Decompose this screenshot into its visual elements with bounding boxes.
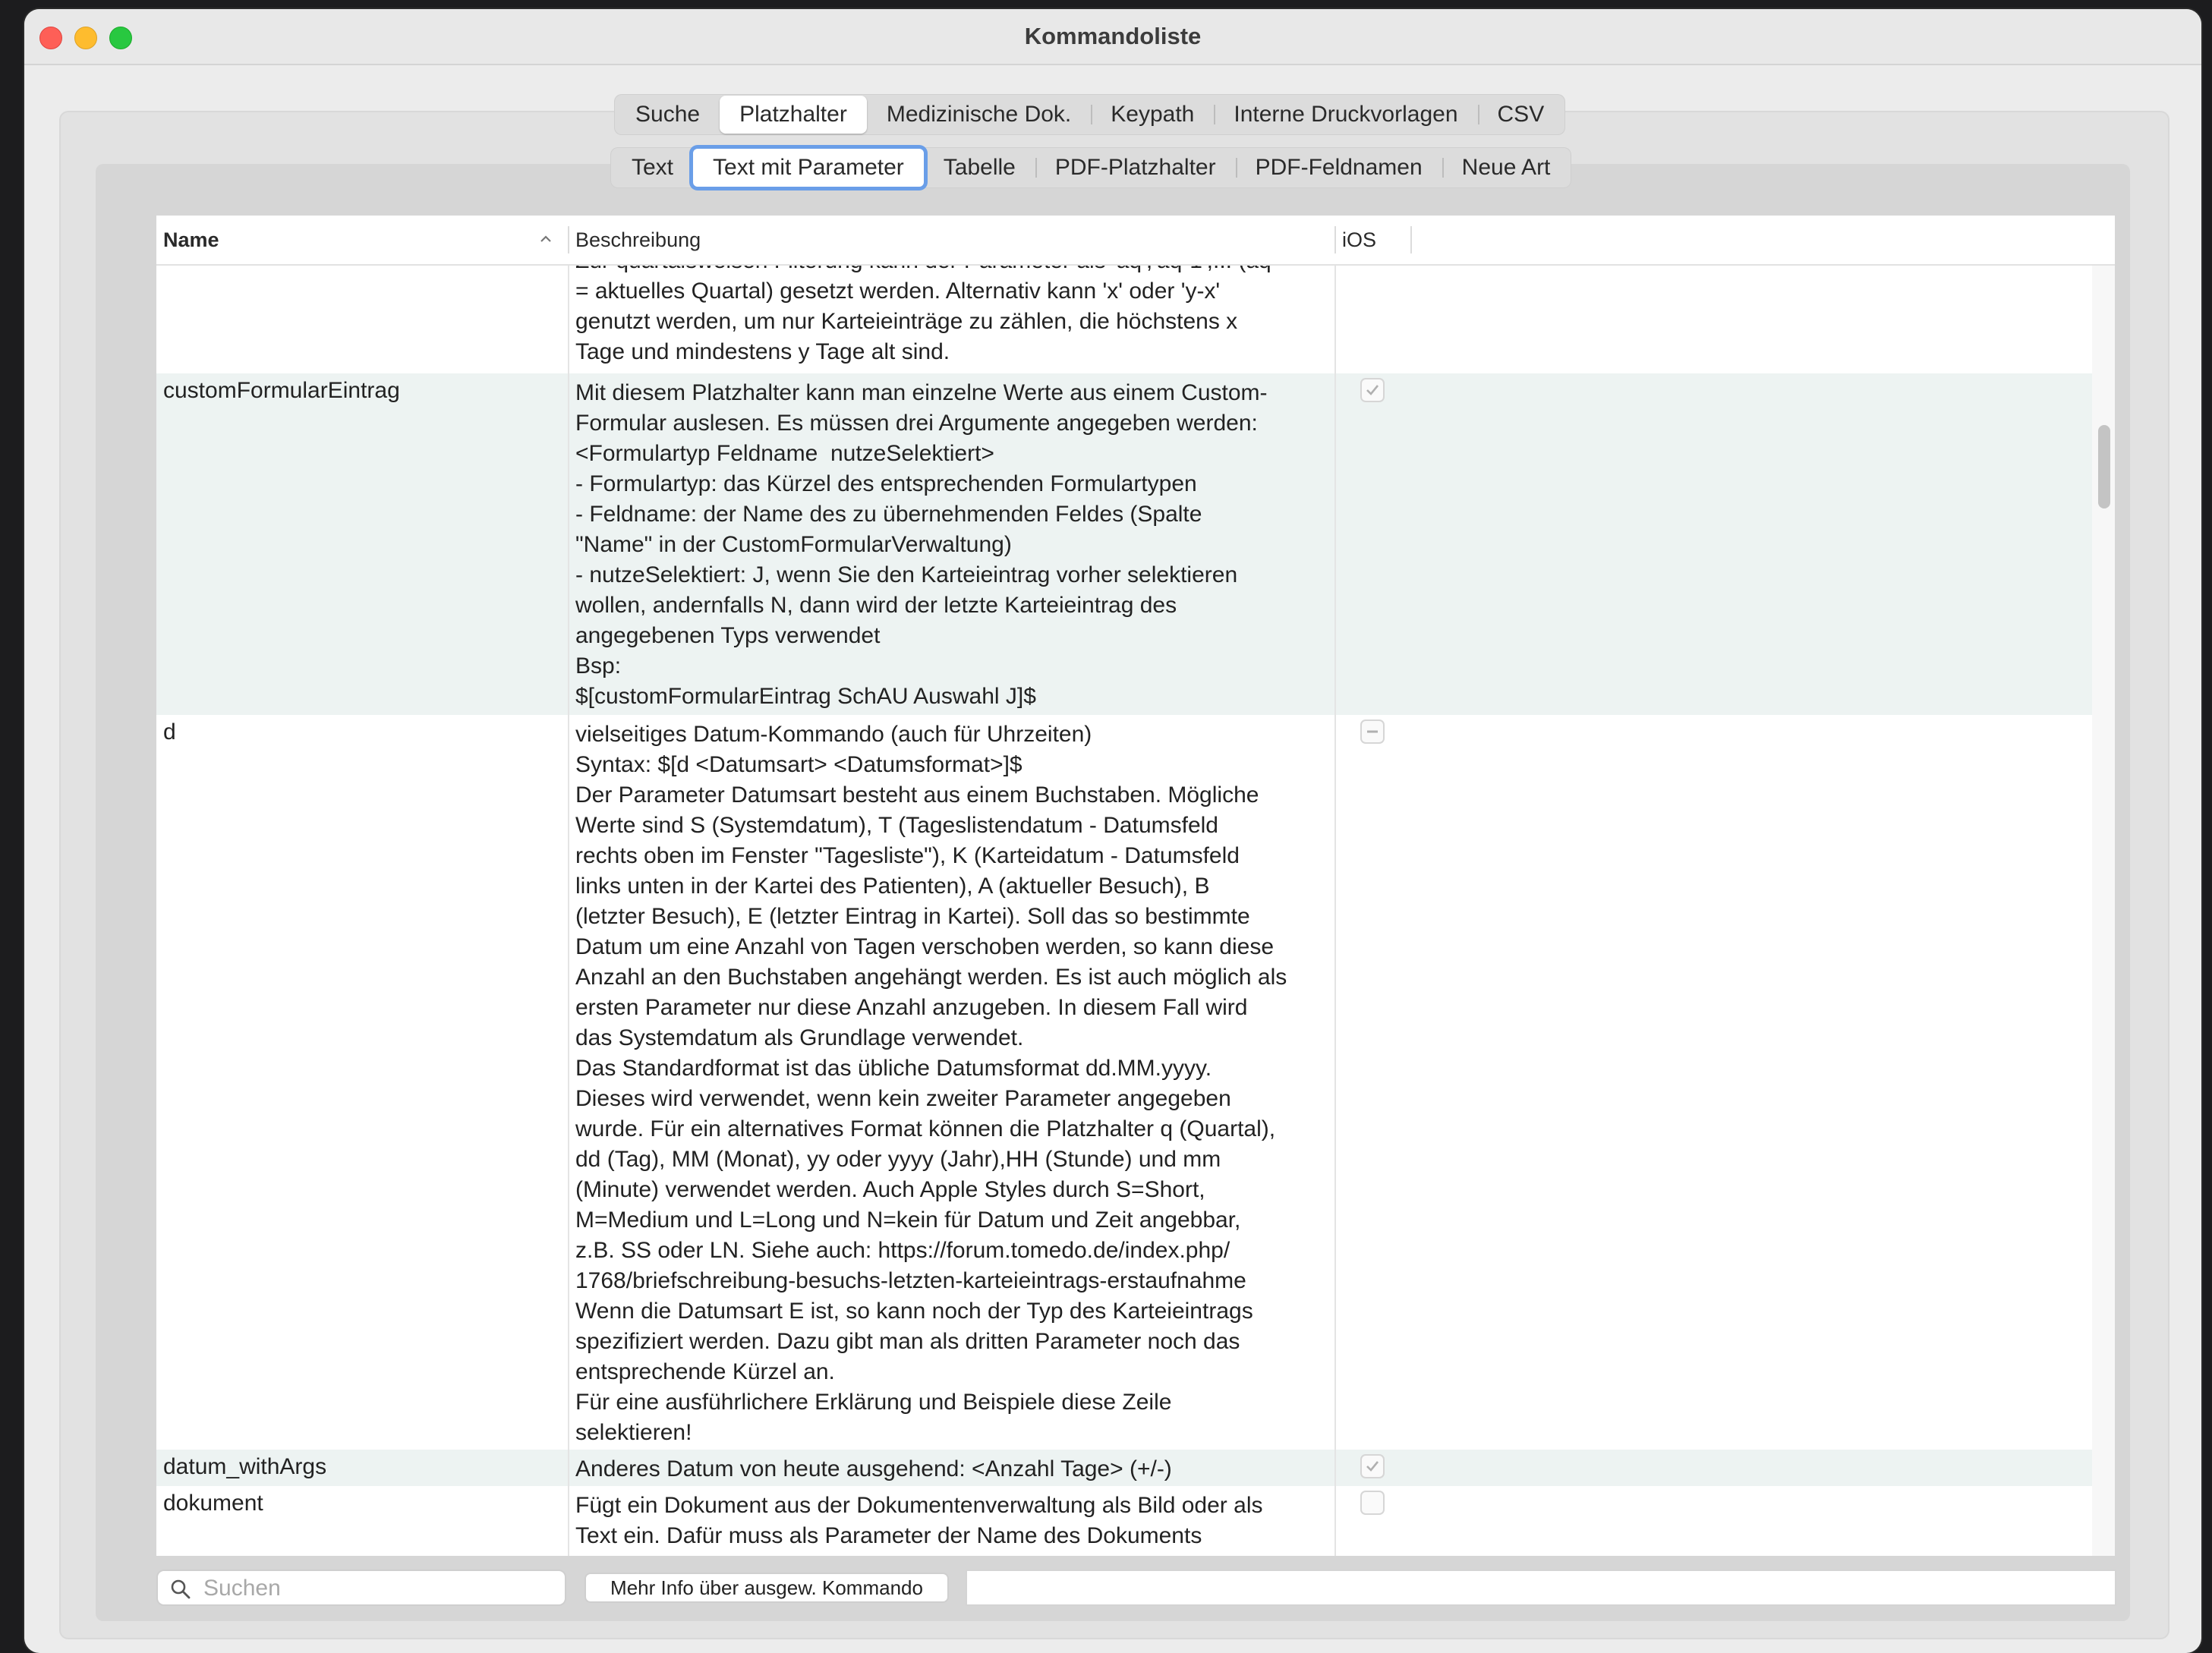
ios-checkbox[interactable]: [1360, 378, 1385, 402]
column-divider-line: [568, 266, 569, 1556]
main-window: Kommandoliste Suche Platzhalter Medizini…: [24, 9, 2201, 1653]
subtab-neue-art[interactable]: Neue Art: [1442, 149, 1571, 187]
table-row[interactable]: datum_withArgs Anderes Datum von heute a…: [156, 1450, 2092, 1486]
row-name: dokument: [163, 1491, 263, 1516]
subtab-text[interactable]: Text: [612, 149, 693, 187]
subtab-tabelle[interactable]: Tabelle: [924, 149, 1035, 187]
table-header: Name Beschreibung iOS: [156, 216, 2115, 266]
table-row[interactable]: Zur quartalsweisen Filterung kann der Pa…: [156, 266, 2092, 373]
checkmark-icon: [1366, 385, 1379, 395]
row-name: datum_withArgs: [163, 1454, 327, 1479]
ios-checkbox[interactable]: [1360, 719, 1385, 744]
ios-checkbox[interactable]: [1360, 1454, 1385, 1478]
column-divider[interactable]: [568, 226, 569, 253]
search-input[interactable]: [202, 1574, 554, 1603]
tab-keypath[interactable]: Keypath: [1091, 96, 1214, 134]
table-row[interactable]: customFormularEintrag Mit diesem Platzha…: [156, 373, 2092, 715]
row-description: Mit diesem Platzhalter kann man einzelne…: [575, 380, 1268, 709]
row-description: Fügt ein Dokument aus der Dokumentenverw…: [575, 1493, 1263, 1548]
row-description: Anderes Datum von heute ausgehend: <Anza…: [575, 1456, 1172, 1481]
window-title: Kommandoliste: [1024, 23, 1202, 49]
tab-suche[interactable]: Suche: [616, 96, 720, 134]
vertical-scrollbar-thumb[interactable]: [2098, 425, 2110, 508]
tab-interne-druckvorlagen[interactable]: Interne Druckvorlagen: [1214, 96, 1477, 134]
title-bar: Kommandoliste: [24, 9, 2201, 65]
column-header-name[interactable]: Name: [163, 216, 219, 264]
subtab-pdf-platzhalter[interactable]: PDF-Platzhalter: [1035, 149, 1236, 187]
checkmark-icon: [1366, 1461, 1379, 1472]
command-table: Name Beschreibung iOS Zur quartalsweisen…: [156, 216, 2115, 1556]
table-row[interactable]: dokument Fügt ein Dokument aus der Dokum…: [156, 1486, 2092, 1556]
table-body: Zur quartalsweisen Filterung kann der Pa…: [156, 266, 2092, 1556]
table-row[interactable]: d vielseitiges Datum-Kommando (auch für …: [156, 715, 2092, 1450]
column-divider-line: [1334, 266, 1336, 1556]
tab-medizinische-dok[interactable]: Medizinische Dok.: [867, 96, 1091, 134]
column-header-beschreibung[interactable]: Beschreibung: [575, 216, 701, 264]
sort-ascending-icon: [540, 235, 551, 242]
sub-tab-bar: Text Text mit Parameter Tabelle PDF-Plat…: [610, 147, 1572, 188]
row-name: customFormularEintrag: [163, 378, 400, 403]
status-text-field: [966, 1570, 2116, 1606]
mixed-state-icon: [1367, 730, 1378, 733]
row-description: vielseitiges Datum-Kommando (auch für Uh…: [575, 722, 1287, 1445]
column-divider[interactable]: [1410, 226, 1412, 253]
row-description: Zur quartalsweisen Filterung kann der Pa…: [575, 266, 1271, 364]
column-header-ios[interactable]: iOS: [1342, 216, 1376, 264]
row-name: d: [163, 719, 176, 745]
ios-checkbox[interactable]: [1360, 1491, 1385, 1515]
subtab-text-mit-parameter[interactable]: Text mit Parameter: [693, 149, 924, 187]
subtab-pdf-feldnamen[interactable]: PDF-Feldnamen: [1235, 149, 1442, 187]
top-tab-bar: Suche Platzhalter Medizinische Dok. Keyp…: [614, 94, 1566, 135]
search-field[interactable]: [156, 1570, 566, 1606]
tab-platzhalter[interactable]: Platzhalter: [720, 96, 867, 134]
tab-csv[interactable]: CSV: [1477, 96, 1564, 134]
more-info-button[interactable]: Mehr Info über ausgew. Kommando: [585, 1573, 949, 1603]
search-icon: [171, 1579, 191, 1599]
column-divider[interactable]: [1334, 226, 1336, 253]
